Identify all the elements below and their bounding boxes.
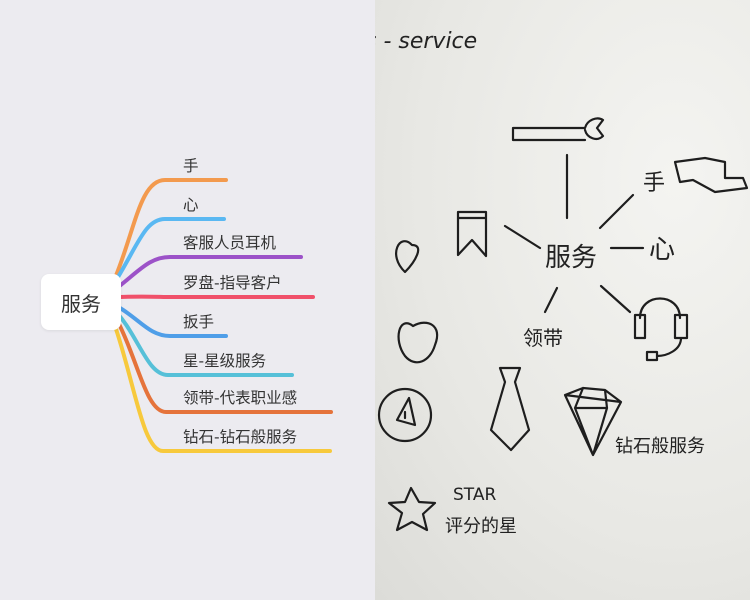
sketch-tie-label: 领带 (523, 326, 563, 350)
star-icon (387, 486, 437, 532)
branch-label-star[interactable]: 星-星级服务 (183, 351, 266, 371)
spoke-tie (543, 286, 559, 314)
heart-small-icon (395, 240, 420, 274)
tie-icon (489, 366, 531, 452)
heart-large-icon (397, 321, 439, 364)
spoke-hand (598, 193, 635, 230)
branch-label-hand[interactable]: 手 (183, 156, 199, 176)
bookmark-icon (456, 210, 488, 258)
branch-label-tie[interactable]: 领带-代表职业感 (183, 388, 297, 408)
compass-needle (395, 396, 417, 427)
branch-label-wrench[interactable]: 扳手 (183, 312, 214, 332)
wrench-icon (511, 117, 605, 142)
root-node[interactable]: 服务 (41, 274, 121, 330)
hand-sketch-icon (673, 156, 749, 194)
spoke-headset (599, 284, 632, 314)
sketch-title: s - service (375, 29, 477, 54)
sketch-star-en-label: STAR (453, 485, 496, 505)
mindmap-panel: 服务 手 心 客服人员耳机 罗盘-指导客户 扳手 星-星级服务 领带-代表职业感… (0, 0, 375, 600)
sketch-hand-label: 手 (643, 171, 665, 196)
sketch-heart-label: 心 (649, 235, 675, 265)
sketch-star-cn-label: 评分的星 (445, 516, 517, 537)
branch-line-hand (113, 178, 228, 280)
branch-label-compass[interactable]: 罗盘-指导客户 (183, 273, 282, 293)
branch-label-headset[interactable]: 客服人员耳机 (183, 233, 276, 253)
sketch-center-label: 服务 (545, 243, 597, 273)
sketch-drawing: s - service 服务 手 心 领带 钻石般服务 STAR 评分的星 (375, 29, 749, 537)
branch-label-diamond[interactable]: 钻石-钻石般服务 (183, 427, 297, 447)
headset-icon (633, 297, 689, 362)
branch-label-heart[interactable]: 心 (183, 195, 199, 215)
sketch-photo: s - service 服务 手 心 领带 钻石般服务 STAR 评分的星 (375, 0, 750, 600)
diamond-icon (563, 386, 623, 457)
sketch-diamond-label: 钻石般服务 (615, 436, 705, 457)
spoke-bookmark (503, 224, 542, 250)
